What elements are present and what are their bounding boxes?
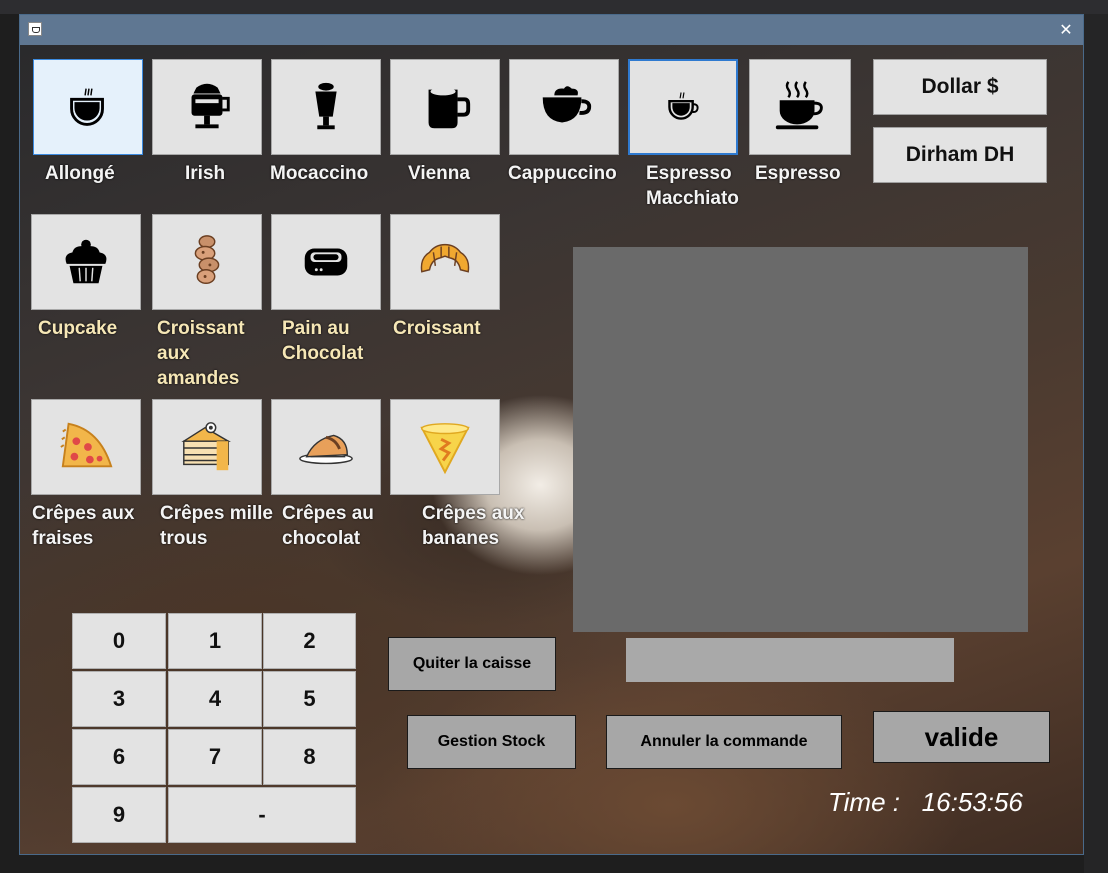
croissant-icon bbox=[420, 243, 470, 273]
strawberry-crepe-icon bbox=[60, 422, 113, 468]
tall-glass-icon bbox=[315, 82, 337, 130]
drink-allonge-button[interactable] bbox=[33, 59, 143, 155]
mug-icon bbox=[428, 87, 471, 129]
pastry-label: Cupcake bbox=[38, 318, 118, 339]
keypad-2-button[interactable]: 2 bbox=[263, 613, 356, 669]
cappuccino-cup-icon bbox=[542, 86, 592, 123]
validate-button[interactable]: valide bbox=[873, 711, 1050, 763]
drink-espresso-button[interactable] bbox=[749, 59, 851, 155]
drink-mocaccino-button[interactable] bbox=[271, 59, 381, 155]
crepe-banana-button[interactable] bbox=[390, 399, 500, 495]
currency-dollar-button[interactable]: Dollar $ bbox=[873, 59, 1047, 115]
quit-register-button[interactable]: Quiter la caisse bbox=[388, 637, 556, 691]
keypad-6-button[interactable]: 6 bbox=[72, 729, 166, 785]
total-field[interactable] bbox=[626, 638, 954, 682]
crepe-label: Crêpes aux fraises bbox=[32, 503, 135, 549]
pastry-cupcake-button[interactable] bbox=[31, 214, 141, 310]
keypad-9-button[interactable]: 9 bbox=[72, 787, 166, 843]
drink-vienna-button[interactable] bbox=[390, 59, 500, 155]
ide-left-pane bbox=[0, 14, 19, 873]
cupcake-icon bbox=[65, 239, 107, 284]
drink-cappuccino-button[interactable] bbox=[509, 59, 619, 155]
drink-label: Mocaccino bbox=[270, 163, 369, 184]
time-label: Time : bbox=[828, 787, 900, 817]
drink-irish-button[interactable] bbox=[152, 59, 262, 155]
steaming-cup-icon bbox=[775, 81, 823, 130]
keypad-minus-button[interactable]: - bbox=[168, 787, 356, 843]
drink-label: Irish bbox=[185, 163, 226, 184]
pastry-label: Pain au Chocolat bbox=[282, 318, 364, 364]
coffee-cup-icon bbox=[28, 22, 42, 36]
clock-display: Time : 16:53:56 bbox=[828, 787, 1023, 818]
pastry-label: Croissant bbox=[393, 318, 481, 339]
title-bar: ✕ bbox=[20, 15, 1083, 45]
cafe-pos-window: ✕ Allongé Irish Mocaccino Vienna Cappucc… bbox=[19, 14, 1084, 855]
chocolate-crepe-icon bbox=[299, 434, 353, 465]
stock-management-button[interactable]: Gestion Stock bbox=[407, 715, 576, 769]
pastry-almond-croissant-button[interactable] bbox=[152, 214, 262, 310]
keypad-8-button[interactable]: 8 bbox=[263, 729, 356, 785]
banana-crepe-icon bbox=[420, 423, 470, 475]
order-display-panel bbox=[573, 247, 1028, 632]
time-value: 16:53:56 bbox=[921, 787, 1023, 817]
pastry-croissant-button[interactable] bbox=[390, 214, 500, 310]
drink-label: Allongé bbox=[45, 163, 115, 184]
crepe-label: Crêpes aux bananes bbox=[422, 503, 525, 549]
keypad-3-button[interactable]: 3 bbox=[72, 671, 166, 727]
pastry-label: Croissant aux amandes bbox=[157, 318, 245, 389]
currency-dirham-button[interactable]: Dirham DH bbox=[873, 127, 1047, 183]
ide-top-bar bbox=[0, 0, 1108, 14]
crepe-label: Crêpes au chocolat bbox=[282, 503, 374, 549]
pain-au-chocolat-icon bbox=[304, 248, 348, 276]
keypad-4-button[interactable]: 4 bbox=[168, 671, 262, 727]
keypad-5-button[interactable]: 5 bbox=[263, 671, 356, 727]
coffee-cup-icon bbox=[70, 88, 104, 126]
cake-slice-icon bbox=[181, 422, 231, 471]
drink-label: Espresso Macchiato bbox=[646, 163, 739, 209]
keypad-1-button[interactable]: 1 bbox=[168, 613, 262, 669]
irish-coffee-icon bbox=[191, 83, 230, 129]
crepe-chocolate-button[interactable] bbox=[271, 399, 381, 495]
pastry-pain-au-chocolat-button[interactable] bbox=[271, 214, 381, 310]
almond-croissant-icon bbox=[194, 235, 220, 284]
keypad-7-button[interactable]: 7 bbox=[168, 729, 262, 785]
ide-right-pane bbox=[1084, 14, 1108, 873]
drink-espresso-macchiato-button[interactable] bbox=[628, 59, 738, 155]
crepe-mille-trous-button[interactable] bbox=[152, 399, 262, 495]
crepe-strawberry-button[interactable] bbox=[31, 399, 141, 495]
close-button[interactable]: ✕ bbox=[1055, 19, 1077, 41]
crepe-label: Crêpes mille trous bbox=[160, 503, 273, 549]
macchiato-cup-icon bbox=[668, 92, 699, 120]
cancel-order-button[interactable]: Annuler la commande bbox=[606, 715, 842, 769]
pos-content: Allongé Irish Mocaccino Vienna Cappuccin… bbox=[20, 45, 1083, 854]
keypad-0-button[interactable]: 0 bbox=[72, 613, 166, 669]
drink-label: Cappuccino bbox=[508, 163, 617, 184]
drink-label: Vienna bbox=[408, 163, 470, 184]
drink-label: Espresso bbox=[755, 163, 841, 184]
